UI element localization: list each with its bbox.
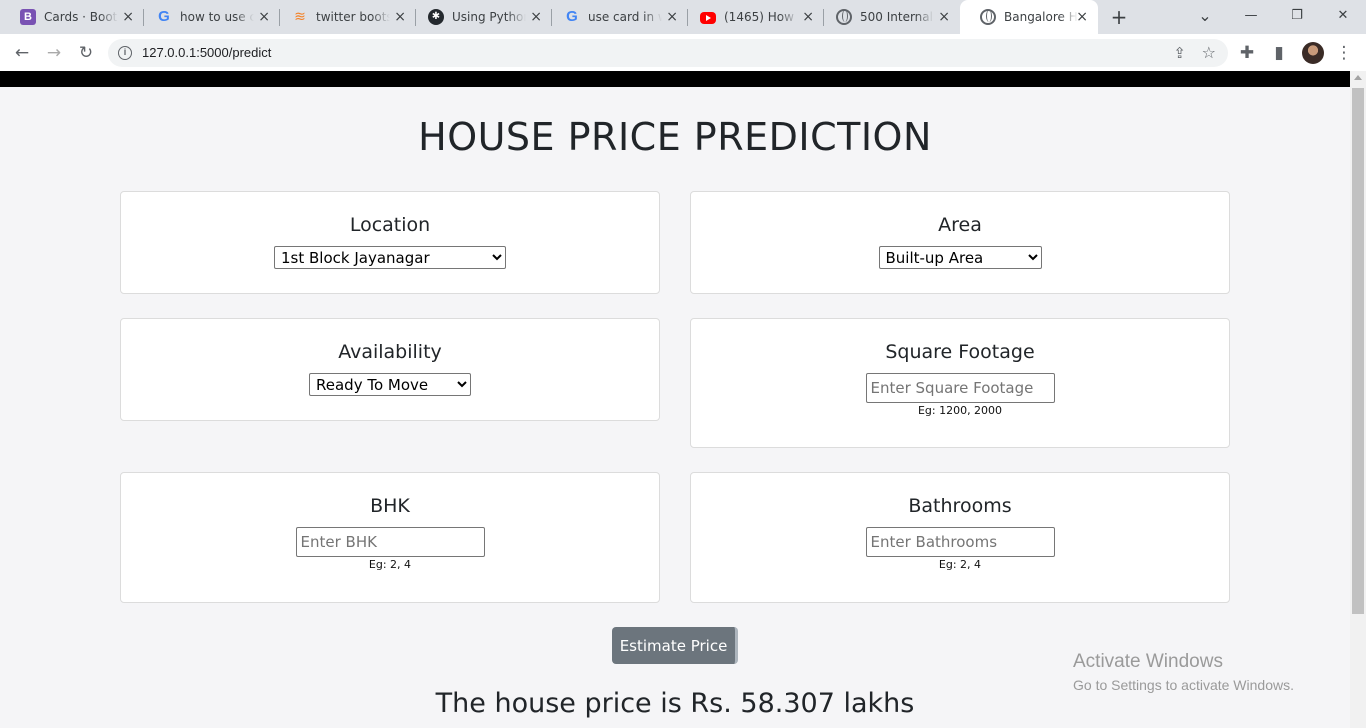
close-icon[interactable]: × [1076,9,1088,25]
availability-card: Availability Ready To Move [120,318,660,421]
availability-select[interactable]: Ready To Move [309,373,471,396]
bootstrap-icon: B [20,9,36,25]
tab-title: Using Python [452,10,526,24]
square-footage-card: Square Footage Eg: 1200, 2000 [690,318,1230,448]
reload-button[interactable]: ↻ [74,41,98,65]
info-icon[interactable]: i [118,46,132,60]
tab-search-button[interactable]: ⌄ [1182,0,1228,32]
tab-title: 500 Internal Server [860,10,934,24]
area-label: Area [938,214,982,236]
window-close-button[interactable]: ✕ [1320,0,1366,32]
close-icon[interactable]: × [666,9,678,25]
square-footage-hint: Eg: 1200, 2000 [917,404,1003,417]
menu-kebab-icon[interactable]: ⋮ [1332,41,1356,65]
area-card: Area Built-up Area [690,191,1230,294]
tab-youtube[interactable]: (1465) How to × [680,0,824,34]
tab-bangalore-house[interactable]: Bangalore House × [960,0,1098,34]
close-icon[interactable]: × [394,9,406,25]
watermark-subtitle: Go to Settings to activate Windows. [1073,677,1294,693]
google-icon: G [158,8,170,25]
tab-using-python[interactable]: ✱ Using Python × [408,0,552,34]
tab-strip: B Cards · Bootstrap × G how to use card … [0,0,1366,34]
tab-title: twitter bootstrap [316,10,390,24]
bathrooms-hint: Eg: 2, 4 [938,558,982,571]
forward-button[interactable]: → [42,41,66,65]
bhk-card: BHK Eg: 2, 4 [120,472,660,603]
windows-activation-watermark: Activate Windows Go to Settings to activ… [1073,651,1294,693]
bhk-label: BHK [370,495,410,517]
profile-avatar[interactable] [1302,42,1324,64]
page-viewport: HOUSE PRICE PREDICTION Location 1st Bloc… [0,71,1350,728]
close-icon[interactable]: × [530,9,542,25]
page-title: HOUSE PRICE PREDICTION [418,115,932,159]
stackoverflow-icon: ≋ [294,9,306,25]
bhk-input[interactable] [295,527,485,557]
tab-google-search-2[interactable]: G use card in web × [544,0,688,34]
new-tab-button[interactable]: + [1108,6,1130,28]
page-scrollbar[interactable] [1350,71,1366,728]
location-label: Location [349,214,431,236]
back-button[interactable]: ← [10,41,34,65]
tab-title: Bangalore House [1004,10,1078,24]
github-icon: ✱ [428,9,444,25]
close-icon[interactable]: × [122,9,134,25]
location-select[interactable]: 1st Block Jayanagar [274,246,506,269]
extensions-puzzle-icon[interactable]: ✚ [1235,41,1259,65]
restore-button[interactable]: ❐ [1274,0,1320,32]
side-panel-icon[interactable]: ▮ [1267,41,1291,65]
bhk-hint: Eg: 2, 4 [368,558,412,571]
tab-title: (1465) How to [724,10,798,24]
url-text[interactable]: 127.0.0.1:5000/predict [142,45,271,60]
close-icon[interactable]: × [258,9,270,25]
square-footage-label: Square Footage [885,341,1035,363]
page-top-strip [0,71,1350,87]
square-footage-input[interactable] [865,373,1055,403]
bathrooms-label: Bathrooms [908,495,1012,517]
youtube-icon [700,12,716,24]
tab-title: how to use card [180,10,254,24]
close-icon[interactable]: × [802,9,814,25]
bookmark-star-icon[interactable]: ☆ [1202,43,1216,62]
tab-title: use card in web [588,10,662,24]
estimate-price-button[interactable]: Estimate Price [612,627,738,664]
bathrooms-card: Bathrooms Eg: 2, 4 [690,472,1230,603]
location-card: Location 1st Block Jayanagar [120,191,660,294]
browser-toolbar: ← → ↻ i 127.0.0.1:5000/predict ⇪ ☆ ✚ ▮ ⋮ [0,34,1366,71]
minimize-button[interactable]: — [1228,0,1274,32]
scrollbar-thumb[interactable] [1352,88,1364,614]
area-select[interactable]: Built-up Area [878,246,1042,269]
tab-title: Cards · Bootstrap [44,10,118,24]
tab-stackoverflow[interactable]: ≋ twitter bootstrap × [272,0,416,34]
close-icon[interactable]: × [938,9,950,25]
address-bar[interactable]: i 127.0.0.1:5000/predict ⇪ ☆ [108,39,1228,67]
watermark-title: Activate Windows [1073,651,1223,672]
globe-icon [980,9,996,25]
tab-bootstrap-cards[interactable]: B Cards · Bootstrap × [0,0,144,34]
google-icon: G [566,8,578,25]
globe-icon [836,9,852,25]
share-icon[interactable]: ⇪ [1173,44,1186,62]
availability-label: Availability [338,341,442,363]
tab-google-search-1[interactable]: G how to use card × [136,0,280,34]
bathrooms-input[interactable] [865,527,1055,557]
tab-internal-error[interactable]: 500 Internal Server × [816,0,960,34]
scroll-up-arrow-icon[interactable] [1354,75,1362,80]
